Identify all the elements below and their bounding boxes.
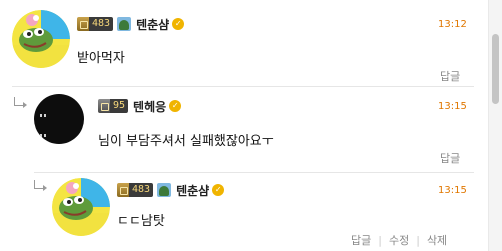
crown-level-icon [77,17,89,31]
crown-level-icon [117,183,129,197]
username[interactable]: 텐헤응 [133,98,166,115]
edit-button[interactable]: 수정 [389,232,409,248]
comment-1: 483 텐춘샴 ✓ 13:12 받아먹자 답글 [0,0,488,86]
comment-meta: 483 텐춘샴 ✓ [77,16,185,33]
crown-level-icon [98,99,110,113]
comment-meta: 95 텐헤응 ✓ [98,98,182,115]
divider [12,86,474,87]
scroll-thumb[interactable] [492,34,499,104]
username[interactable]: 텐춘샴 [136,16,169,33]
username[interactable]: 텐춘샴 [176,182,209,199]
avatar-dark[interactable] [34,94,84,144]
verified-check-icon: ✓ [169,100,182,112]
verified-check-icon: ✓ [212,184,225,196]
scrollbar[interactable] [488,0,502,251]
comment-actions: 답글 [440,68,460,84]
level-number: 483 [89,17,114,31]
comment-time: 13:15 [438,185,467,196]
reply-button[interactable]: 답글 [440,68,460,84]
comment-text: ㄷㄷ남탓 [117,214,165,229]
comment-text: 받아먹자 [77,51,125,66]
comment-meta: 483 텐춘샴 ✓ [117,182,225,199]
avatar-frog[interactable] [52,178,110,236]
level-number: 483 [129,183,154,197]
level-badge: 483 [117,183,154,197]
comment-3: 483 텐춘샴 ✓ 13:15 ㄷㄷ남탓 답글 | 수정 | 삭제 [0,172,488,251]
emblem-icon [157,183,172,197]
avatar-frog[interactable] [12,10,70,68]
separator: | [378,233,382,247]
comment-actions: 답글 [440,150,460,166]
delete-button[interactable]: 삭제 [427,232,447,248]
emblem-icon [117,17,132,31]
comment-time: 13:15 [438,101,467,112]
reply-button[interactable]: 답글 [351,232,371,248]
verified-check-icon: ✓ [172,18,185,30]
comment-text: 님이 부담주셔서 실패했잖아요ㅜ [98,134,274,149]
separator: | [416,233,420,247]
reply-button[interactable]: 답글 [440,150,460,166]
level-badge: 95 [98,99,129,113]
level-badge: 483 [77,17,114,31]
comment-2: 95 텐헤응 ✓ 13:15 님이 부담주셔서 실패했잖아요ㅜ 답글 [0,88,488,172]
comment-time: 13:12 [438,19,467,30]
level-number: 95 [110,99,129,113]
comment-actions: 답글 | 수정 | 삭제 [351,232,447,248]
